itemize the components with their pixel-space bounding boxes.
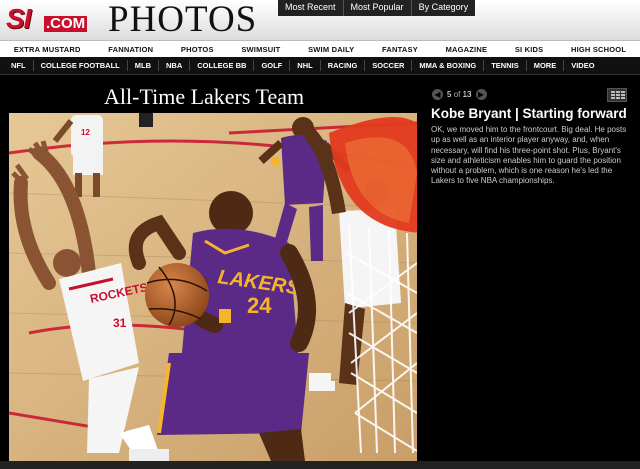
- chevron-left-icon[interactable]: ◀: [432, 89, 443, 100]
- chevron-right-icon[interactable]: ▶: [475, 89, 487, 100]
- gallery-pager: ◀ 5 of 13 ▶: [432, 89, 487, 100]
- photo-tabs: Most Recent Most Popular By Category: [278, 0, 476, 16]
- primary-nav: EXTRA MUSTARD FANNATION PHOTOS SWIMSUIT …: [0, 40, 640, 58]
- nav-college-bb[interactable]: COLLEGE BB: [190, 60, 255, 71]
- si-logo[interactable]: SI .COM: [6, 4, 92, 38]
- lakers-jersey-number: 24: [247, 293, 272, 318]
- tab-most-recent[interactable]: Most Recent: [278, 0, 343, 16]
- nav-photos[interactable]: PHOTOS: [181, 45, 214, 54]
- nav-nhl[interactable]: NHL: [290, 60, 321, 71]
- of-text: of: [453, 90, 461, 99]
- caption-body: OK, we moved him to the frontcourt. Big …: [431, 125, 627, 186]
- current-slide: 5: [447, 90, 452, 99]
- nav-mlb[interactable]: MLB: [128, 60, 160, 71]
- gallery-photo[interactable]: 12 ROCKETS 31 LAKERS 24: [9, 113, 417, 461]
- nav-video[interactable]: VIDEO: [564, 60, 601, 71]
- basketball: [145, 263, 209, 327]
- rockets-jersey-number: 31: [113, 316, 127, 330]
- site-header: SI .COM PHOTOS Most Recent Most Popular …: [0, 0, 640, 40]
- nav-high-school[interactable]: HIGH SCHOOL: [571, 45, 626, 54]
- nav-more[interactable]: MORE: [527, 60, 565, 71]
- nav-swimsuit[interactable]: SWIMSUIT: [241, 45, 280, 54]
- nav-soccer[interactable]: SOCCER: [365, 60, 413, 71]
- total-slides: 13: [462, 90, 472, 99]
- sports-nav: NFL COLLEGE FOOTBALL MLB NBA COLLEGE BB …: [0, 57, 640, 75]
- nav-fannation[interactable]: FANNATION: [108, 45, 153, 54]
- nav-nfl[interactable]: NFL: [4, 60, 34, 71]
- tab-by-category[interactable]: By Category: [410, 0, 476, 16]
- nav-tennis[interactable]: TENNIS: [484, 60, 527, 71]
- nav-nba[interactable]: NBA: [159, 60, 191, 71]
- nav-mma-boxing[interactable]: MMA & BOXING: [412, 60, 485, 71]
- photo-illustration: 12 ROCKETS 31 LAKERS 24: [9, 113, 417, 461]
- section-title: PHOTOS: [108, 0, 258, 40]
- nav-magazine[interactable]: MAGAZINE: [446, 45, 488, 54]
- gallery-title: All-Time Lakers Team: [104, 84, 305, 109]
- nav-golf[interactable]: GOLF: [254, 60, 291, 71]
- os-dock: [0, 461, 640, 469]
- nav-racing[interactable]: RACING: [321, 60, 366, 71]
- nav-si-kids[interactable]: SI KIDS: [515, 45, 544, 54]
- nav-fantasy[interactable]: FANTASY: [382, 45, 418, 54]
- tab-most-popular[interactable]: Most Popular: [342, 0, 411, 16]
- grid-view-icon[interactable]: [607, 88, 627, 102]
- nav-college-football[interactable]: COLLEGE FOOTBALL: [34, 60, 128, 71]
- logo-com-text: .COM: [44, 15, 88, 32]
- nav-swim-daily[interactable]: SWIM DAILY: [308, 45, 354, 54]
- logo-si-text: SI: [6, 3, 31, 34]
- caption-title: Kobe Bryant | Starting forward: [431, 106, 627, 121]
- nav-extra-mustard[interactable]: EXTRA MUSTARD: [14, 45, 81, 54]
- rockets-back-number: 12: [81, 128, 90, 137]
- slide-counter: 5 of 13: [447, 90, 472, 99]
